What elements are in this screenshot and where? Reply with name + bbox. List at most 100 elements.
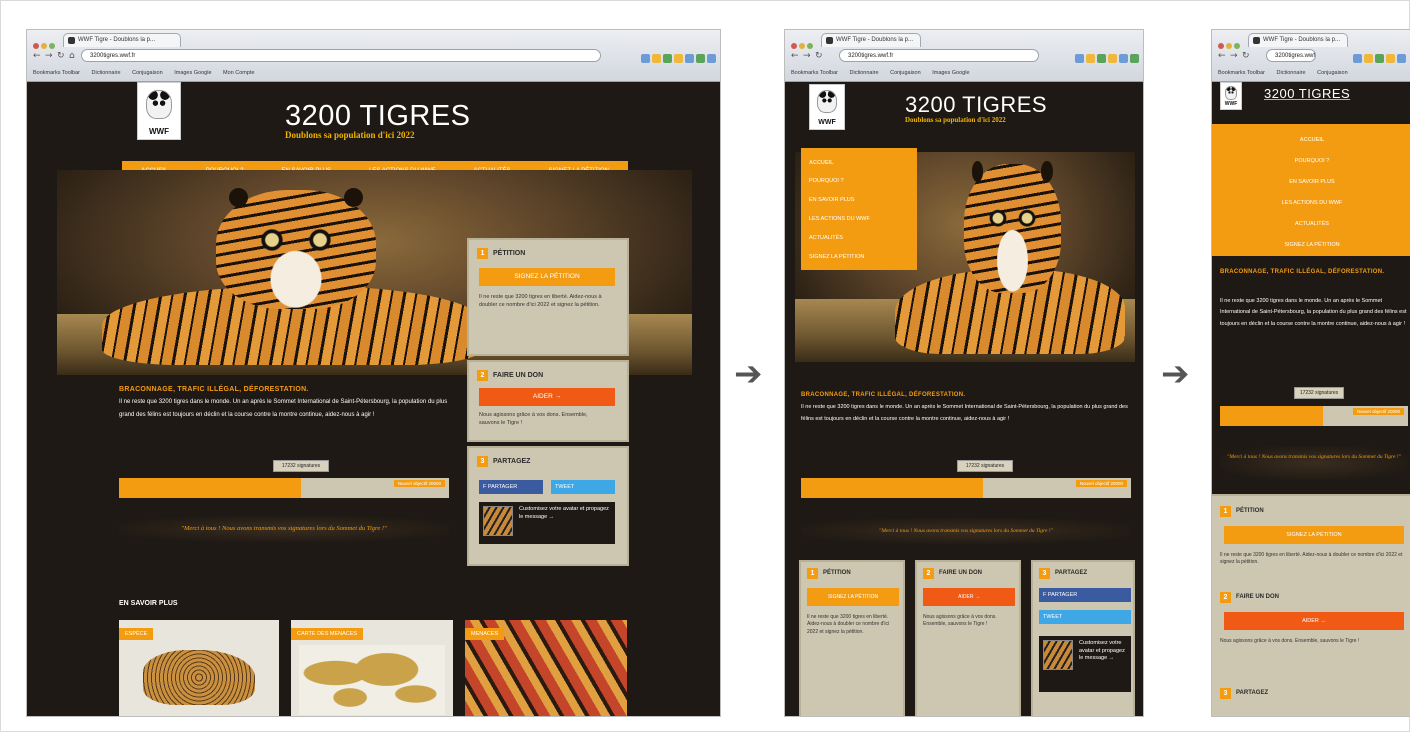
- progress-goal-label: Nouvel objectif 20000: [393, 480, 445, 487]
- thanks-quote: "Merci à tous ! Nous avons transmis vos …: [1220, 446, 1408, 480]
- forward-icon[interactable]: →: [45, 51, 53, 61]
- back-icon[interactable]: ←: [33, 51, 41, 61]
- reload-icon[interactable]: ↻: [1242, 51, 1250, 61]
- progress-fill: [801, 478, 983, 498]
- browser-tab[interactable]: WWF Tigre - Doublons la p...: [821, 33, 921, 47]
- progress-goal-label: Nouvel objectif 20000: [1075, 480, 1127, 487]
- reload-icon[interactable]: ↻: [57, 51, 65, 61]
- browser-tab[interactable]: WWF Tigre - Doublons la p...: [1248, 33, 1348, 47]
- site-title: 3200 TIGRES: [285, 100, 471, 132]
- address-bar[interactable]: 3200tigres.wwf.fr: [839, 49, 1039, 62]
- window-controls[interactable]: [33, 36, 57, 49]
- comparison-figure: WWF Tigre - Doublons la p... ← → ↻ ⌂ 320…: [0, 0, 1410, 732]
- world-map-illustration: [299, 645, 445, 715]
- bookmark-item[interactable]: Images Google: [932, 70, 969, 76]
- sign-petition-button[interactable]: Signez la pétition: [479, 268, 615, 286]
- forward-icon[interactable]: →: [1230, 51, 1238, 61]
- menu-item-actions[interactable]: Les actions du WWF: [801, 210, 917, 229]
- bookmark-item[interactable]: Dictionnaire: [1277, 70, 1306, 76]
- menu-item-pourquoi[interactable]: Pourquoi ?: [801, 172, 917, 191]
- bookmark-item[interactable]: Bookmarks Toolbar: [33, 70, 80, 76]
- facebook-share-button[interactable]: f Partager: [1039, 588, 1131, 602]
- bookmark-item[interactable]: Conjugaison: [1317, 70, 1348, 76]
- share-panel: 3 Partagez f Partager Tweet Customisez v…: [1031, 560, 1135, 716]
- menu-item-petition[interactable]: Signez la pétition: [1212, 235, 1410, 256]
- petition-panel: 1 Pétition Signez la pétition Il ne rest…: [799, 560, 905, 716]
- bookmark-item[interactable]: Bookmarks Toolbar: [791, 70, 838, 76]
- site-title: 3200 TIGRES: [1264, 86, 1351, 101]
- wwf-logo[interactable]: WWF: [1220, 82, 1242, 110]
- mobile-screenshot: WWF Tigre - Doublons la p... ← → ↻ 3200t…: [1211, 29, 1410, 717]
- site-title: 3200 TIGRES: [905, 92, 1048, 117]
- facebook-share-button[interactable]: f Partager: [479, 480, 543, 494]
- sign-petition-button[interactable]: Signez la pétition: [807, 588, 899, 606]
- back-icon[interactable]: ←: [791, 51, 799, 61]
- petition-panel: 1 Pétition Signez la pétition Il ne rest…: [467, 238, 629, 356]
- bookmark-item[interactable]: Dictionnaire: [850, 70, 879, 76]
- reload-icon[interactable]: ↻: [815, 51, 823, 61]
- thanks-quote: "Merci à tous ! Nous avons transmis vos …: [801, 518, 1131, 544]
- sign-petition-button[interactable]: Signez la pétition: [1224, 526, 1404, 544]
- browser-chrome: WWF Tigre - Doublons la p... ← → ↻ 3200t…: [1212, 30, 1410, 82]
- menu-item-pourquoi[interactable]: Pourquoi ?: [1212, 151, 1410, 172]
- home-icon[interactable]: ⌂: [69, 51, 75, 61]
- bookmark-item[interactable]: Dictionnaire: [92, 70, 121, 76]
- progress-fill: [119, 478, 301, 498]
- signature-count: 17232 signatures: [273, 460, 329, 472]
- tablet-screenshot: WWF Tigre - Doublons la p... ← → ↻ 3200t…: [784, 29, 1144, 717]
- favicon-icon: [1253, 37, 1260, 44]
- arrow-right-icon: ➔: [1161, 354, 1190, 394]
- wwf-logo[interactable]: WWF: [137, 82, 181, 140]
- menu-item-petition[interactable]: Signez la pétition: [801, 248, 917, 267]
- site-subtitle: Doublons sa population d'ici 2022: [905, 116, 1006, 124]
- panda-icon: [816, 90, 838, 114]
- signature-count: 17232 signatures: [1294, 387, 1344, 399]
- signature-progress-bar: Nouvel objectif 20000: [119, 478, 449, 498]
- forward-icon[interactable]: →: [803, 51, 811, 61]
- menu-item-accueil[interactable]: Accueil: [801, 154, 917, 172]
- bookmark-item[interactable]: Mon Compte: [223, 70, 255, 76]
- window-controls[interactable]: [1218, 36, 1242, 49]
- menu-item-actualites[interactable]: Actualités: [801, 229, 917, 248]
- menu-item-en-savoir-plus[interactable]: En savoir plus: [801, 191, 917, 210]
- mobile-panels: 1 Pétition Signez la pétition Il ne rest…: [1212, 494, 1410, 716]
- signature-progress-bar: Nouvel objectif 20000: [801, 478, 1131, 498]
- donate-button[interactable]: Aider →: [479, 388, 615, 406]
- website-page: WWF 3200 TIGRES Accueil Pourquoi ? En sa…: [1212, 82, 1410, 716]
- browser-chrome: WWF Tigre - Doublons la p... ← → ↻ 3200t…: [785, 30, 1143, 82]
- bookmark-item[interactable]: Conjugaison: [132, 70, 163, 76]
- card-espece[interactable]: Espèce: [119, 620, 279, 716]
- bookmark-item[interactable]: Conjugaison: [890, 70, 921, 76]
- menu-item-accueil[interactable]: Accueil: [1212, 130, 1410, 151]
- twitter-share-button[interactable]: Tweet: [1039, 610, 1131, 624]
- favicon-icon: [68, 37, 75, 44]
- donation-panel: 2 Faire un don Aider → Nous agissons grâ…: [915, 560, 1021, 716]
- bookmarks-bar: Bookmarks Toolbar Dictionnaire Conjugais…: [785, 66, 1143, 81]
- browser-tab[interactable]: WWF Tigre - Doublons la p...: [63, 33, 181, 47]
- desktop-screenshot: WWF Tigre - Doublons la p... ← → ↻ ⌂ 320…: [26, 29, 721, 717]
- bookmarks-bar: Bookmarks Toolbar Dictionnaire Conjugais…: [27, 66, 720, 81]
- menu-item-en-savoir-plus[interactable]: En savoir plus: [1212, 172, 1410, 193]
- progress-goal-label: Nouvel objectif 20000: [1352, 408, 1404, 415]
- donate-button[interactable]: Aider →: [923, 588, 1015, 606]
- tiger-photo: [102, 187, 482, 365]
- window-controls[interactable]: [791, 36, 815, 49]
- address-bar[interactable]: 3200tigres.wwf.fr: [1266, 49, 1316, 62]
- donate-button[interactable]: Aider →: [1224, 612, 1404, 630]
- bookmark-item[interactable]: Images Google: [174, 70, 211, 76]
- avatar-thumbnail: [483, 506, 513, 536]
- avatar-customize-box[interactable]: Customisez votre avatar et propagez le m…: [1039, 636, 1131, 692]
- en-savoir-plus-heading: En savoir plus: [119, 600, 178, 607]
- card-carte-menaces[interactable]: Carte des menaces: [291, 620, 453, 716]
- wwf-logo[interactable]: WWF: [809, 84, 845, 130]
- menu-item-actions[interactable]: Les actions du WWF: [1212, 193, 1410, 214]
- arrow-right-icon: ➔: [734, 354, 763, 394]
- card-menaces[interactable]: Menaces: [465, 620, 627, 716]
- bookmark-item[interactable]: Bookmarks Toolbar: [1218, 70, 1265, 76]
- twitter-share-button[interactable]: Tweet: [551, 480, 615, 494]
- address-bar[interactable]: 3200tigres.wwf.fr: [81, 49, 601, 62]
- avatar-thumbnail: [1043, 640, 1073, 670]
- menu-item-actualites[interactable]: Actualités: [1212, 214, 1410, 235]
- back-icon[interactable]: ←: [1218, 51, 1226, 61]
- avatar-customize-box[interactable]: Customisez votre avatar et propagez le m…: [479, 502, 615, 544]
